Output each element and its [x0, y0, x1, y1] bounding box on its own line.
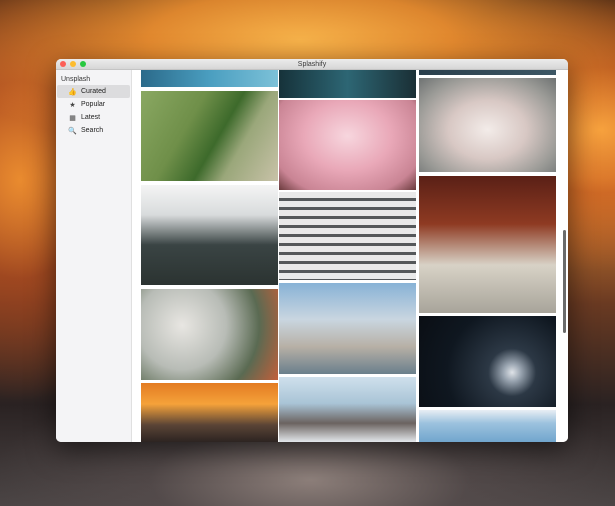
photo-sky-clouds[interactable] — [419, 410, 556, 442]
photo-misty-forest[interactable] — [141, 185, 278, 285]
photo-moon[interactable] — [419, 316, 556, 407]
sidebar-item-popular[interactable]: ★ Popular — [57, 98, 130, 111]
sidebar-section-header: Unsplash — [61, 76, 91, 83]
star-icon: ★ — [69, 101, 76, 109]
sidebar-item-label: Curated — [81, 88, 106, 95]
photo-ocean-aerial[interactable] — [141, 70, 278, 87]
app-window: Splashify Unsplash 👍 Curated ★ Popular ▦… — [56, 59, 568, 442]
sidebar-item-search[interactable]: 🔍 Search — [57, 124, 130, 137]
sidebar-item-latest[interactable]: ▦ Latest — [57, 111, 130, 124]
photo-flowering-branches[interactable] — [141, 289, 278, 380]
calendar-icon: ▦ — [69, 114, 76, 122]
photo-grid — [133, 70, 568, 442]
photo-building-facade[interactable] — [279, 192, 416, 280]
photo-cherry-blossom-woman[interactable] — [279, 100, 416, 190]
photo-sunset-clouds[interactable] — [141, 383, 278, 442]
sidebar-item-label: Latest — [81, 114, 101, 121]
photo-flamingos[interactable] — [419, 78, 556, 172]
thumbs-up-icon: 👍 — [68, 88, 77, 96]
window-title: Splashify — [297, 61, 327, 68]
photo-green-fields[interactable] — [141, 91, 278, 181]
sidebar-item-curated[interactable]: 👍 Curated — [57, 85, 130, 98]
search-icon: 🔍 — [68, 127, 77, 135]
vertical-scrollbar[interactable] — [563, 230, 566, 333]
photo-dark-strip[interactable] — [419, 70, 556, 75]
sidebar-item-label: Popular — [81, 101, 106, 108]
sidebar: Unsplash 👍 Curated ★ Popular ▦ Latest 🔍 … — [56, 70, 132, 442]
photo-dining-hall[interactable] — [419, 176, 556, 313]
title-bar: Splashify — [56, 59, 568, 70]
photo-rocky-peaks[interactable] — [279, 377, 416, 442]
photo-waterfall[interactable] — [279, 70, 416, 98]
photo-snow-monkey[interactable] — [279, 283, 416, 374]
sidebar-item-label: Search — [81, 127, 104, 134]
